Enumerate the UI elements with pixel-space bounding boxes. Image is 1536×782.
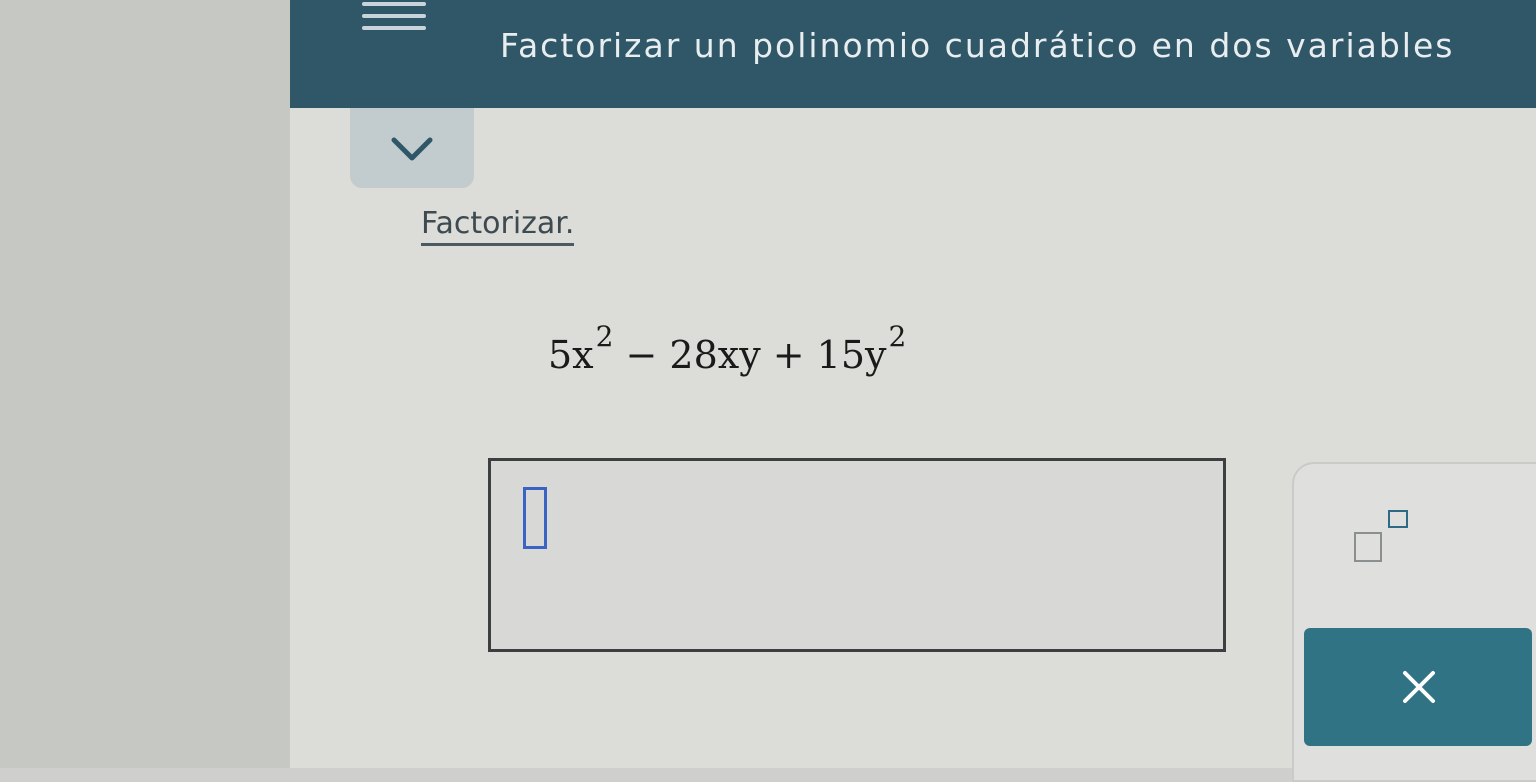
exponent-base-box	[1354, 532, 1382, 562]
math-expression: 5x2 − 28xy + 15y2	[548, 320, 906, 377]
close-icon	[1403, 671, 1435, 703]
exponent-x: 2	[595, 320, 614, 353]
input-cursor-slot[interactable]	[523, 487, 547, 549]
exponent-button[interactable]	[1338, 500, 1430, 570]
instruction-text: Factorizar.	[421, 206, 575, 246]
page-title: Factorizar un polinomio cuadrático en do…	[500, 26, 1455, 65]
term-rest: − 28xy + 15y	[613, 333, 887, 377]
clear-button[interactable]	[1304, 628, 1532, 746]
exponent-y: 2	[888, 320, 907, 353]
collapse-button[interactable]	[350, 108, 474, 188]
menu-icon[interactable]	[362, 0, 426, 30]
exponent-superscript-box	[1388, 510, 1408, 528]
left-margin	[0, 0, 292, 768]
answer-input[interactable]	[488, 458, 1226, 652]
chevron-down-icon	[391, 137, 433, 161]
term-5x: 5x	[548, 333, 594, 377]
